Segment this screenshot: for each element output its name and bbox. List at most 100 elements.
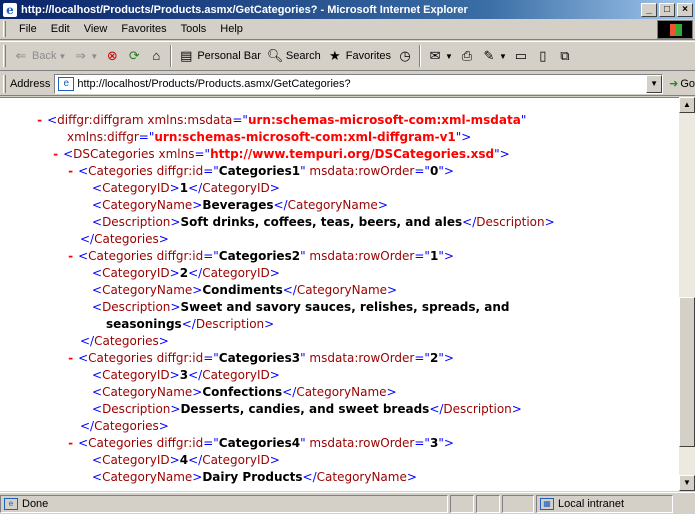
address-input[interactable]: e http://localhost/Products/Products.asm…	[54, 73, 664, 94]
window-title: http://localhost/Products/Products.asmx/…	[21, 3, 468, 16]
address-grip[interactable]	[3, 74, 6, 93]
description-line: <Description>Soft drinks, coffees, teas,…	[92, 215, 555, 229]
stop-icon: ⊗	[106, 48, 118, 63]
personal-bar-button[interactable]: ▤ Personal Bar	[175, 44, 264, 68]
back-arrow-icon: ⇐	[15, 48, 27, 63]
chevron-down-icon: ▼	[90, 51, 99, 61]
history-icon: ◷	[399, 48, 411, 63]
status-pane-empty	[476, 494, 500, 513]
vertical-scrollbar[interactable]: ▲ ▼	[679, 97, 695, 491]
close-button[interactable]: ×	[677, 2, 693, 17]
menu-favorites[interactable]: Favorites	[114, 21, 173, 38]
research-button[interactable]: ▯	[532, 44, 554, 68]
categories-open-line: - <Categories diffgr:id="Categories2" ms…	[67, 249, 454, 263]
categories-open-line: - <Categories diffgr:id="Categories3" ms…	[67, 351, 454, 365]
history-button[interactable]: ◷	[394, 44, 416, 68]
favorites-icon: ★	[328, 48, 341, 63]
menu-file[interactable]: File	[12, 21, 44, 38]
personal-bar-icon: ▤	[180, 48, 193, 63]
favorites-button[interactable]: ★ Favorites	[324, 44, 394, 68]
status-pane-empty	[502, 494, 534, 513]
diffgram-open-line-2: xmlns:diffgr="urn:schemas-microsoft-com:…	[67, 130, 472, 144]
address-url[interactable]: http://localhost/Products/Products.asmx/…	[77, 78, 350, 90]
maximize-button[interactable]: □	[659, 2, 675, 17]
menu-edit[interactable]: Edit	[44, 21, 77, 38]
menu-tools[interactable]: Tools	[174, 21, 214, 38]
address-bar: Address e http://localhost/Products/Prod…	[0, 72, 695, 96]
description-line: <Description>Desserts, candies, and swee…	[92, 402, 522, 416]
description-line: <Description>Sweet and savory sauces, re…	[92, 300, 510, 314]
mail-icon: ✉	[429, 48, 441, 63]
home-icon: ⌂	[152, 48, 161, 63]
forward-arrow-icon: ⇒	[74, 48, 86, 63]
title-bar: e http://localhost/Products/Products.asm…	[0, 0, 695, 19]
chevron-down-icon: ▼	[445, 51, 453, 61]
zone-pane: ▦ Local intranet	[536, 494, 673, 513]
home-button[interactable]: ⌂	[145, 44, 167, 68]
back-button[interactable]: ⇐ Back ▼	[10, 44, 69, 68]
menu-help[interactable]: Help	[213, 21, 250, 38]
refresh-button[interactable]: ⟳	[123, 44, 145, 68]
windows-logo-icon	[657, 20, 693, 39]
toolbar-grip[interactable]	[3, 45, 6, 67]
standard-toolbar: ⇐ Back ▼ ⇒ ▼ ⊗ ⟳ ⌂ ▤ Personal Bar 🔍︎ Sea…	[0, 41, 695, 71]
categoryid-line: <CategoryID>4</CategoryID>	[92, 453, 280, 467]
collapse-toggle[interactable]: -	[67, 351, 74, 365]
diffgram-open-line: - <diffgr:diffgram xmlns:msdata="urn:sch…	[36, 113, 527, 127]
zone-text: Local intranet	[558, 497, 625, 510]
categoryid-line: <CategoryID>2</CategoryID>	[92, 266, 280, 280]
mail-button[interactable]: ✉ ▼	[424, 44, 456, 68]
page-done-icon: e	[4, 497, 18, 510]
collapse-toggle[interactable]: -	[67, 436, 74, 450]
scroll-up-button[interactable]: ▲	[679, 97, 695, 113]
print-icon: ⎙	[461, 48, 473, 63]
edit-button[interactable]: ✎ ▼	[478, 44, 510, 68]
toolbar-separator	[170, 45, 173, 67]
collapse-toggle[interactable]: -	[52, 147, 59, 161]
scroll-down-button[interactable]: ▼	[679, 475, 695, 491]
menu-bar: File Edit View Favorites Tools Help	[0, 19, 695, 40]
address-dropdown-button[interactable]: ▼	[646, 74, 663, 93]
categories-close-line: </Categories>	[80, 334, 169, 348]
ie-logo-icon: e	[3, 2, 17, 17]
categoryid-line: <CategoryID>3</CategoryID>	[92, 368, 280, 382]
categoryname-line: <CategoryName>Confections</CategoryName>	[92, 385, 397, 399]
refresh-icon: ⟳	[128, 48, 140, 63]
categories-close-line: </Categories>	[80, 232, 169, 246]
page-icon: e	[58, 76, 75, 91]
xml-viewer[interactable]: - <diffgr:diffgram xmlns:msdata="urn:sch…	[0, 97, 679, 491]
search-button[interactable]: 🔍︎ Search	[264, 44, 324, 68]
messenger-button[interactable]: ⧉	[554, 44, 576, 68]
search-icon: 🔍︎	[266, 48, 284, 63]
toolbar-separator	[419, 45, 422, 67]
categoryid-line: <CategoryID>1</CategoryID>	[92, 181, 280, 195]
status-bar: e Done ▦ Local intranet	[0, 492, 695, 514]
menu-grip[interactable]	[3, 21, 6, 37]
minimize-button[interactable]: _	[641, 2, 657, 17]
collapse-toggle[interactable]: -	[36, 113, 43, 127]
edit-icon: ✎	[483, 48, 495, 63]
categoryname-line: <CategoryName>Beverages</CategoryName>	[92, 198, 388, 212]
go-arrow-icon: ➜	[669, 78, 679, 90]
status-text-pane: e Done	[0, 494, 448, 513]
categories-open-line: - <Categories diffgr:id="Categories1" ms…	[67, 164, 454, 178]
categories-close-line: </Categories>	[80, 419, 169, 433]
categories-open-line: - <Categories diffgr:id="Categories4" ms…	[67, 436, 454, 450]
status-text: Done	[22, 497, 49, 510]
dscategories-open-line: - <DSCategories xmlns="http://www.tempur…	[52, 147, 510, 161]
print-button[interactable]: ⎙	[456, 44, 478, 68]
scroll-thumb[interactable]	[679, 297, 695, 447]
collapse-toggle[interactable]: -	[67, 164, 74, 178]
menu-view[interactable]: View	[77, 21, 115, 38]
status-pane-empty	[450, 494, 474, 513]
collapse-toggle[interactable]: -	[67, 249, 74, 263]
forward-button[interactable]: ⇒ ▼	[69, 44, 101, 68]
intranet-icon: ▦	[540, 497, 554, 510]
discuss-button[interactable]: ▭	[510, 44, 532, 68]
go-button[interactable]: ➜ Go	[669, 77, 695, 91]
address-label: Address	[9, 77, 51, 90]
chevron-down-icon: ▼	[498, 51, 507, 61]
stop-button[interactable]: ⊗	[101, 44, 123, 68]
categoryname-line: <CategoryName>Condiments</CategoryName>	[92, 283, 398, 297]
research-icon: ▯	[539, 48, 547, 63]
